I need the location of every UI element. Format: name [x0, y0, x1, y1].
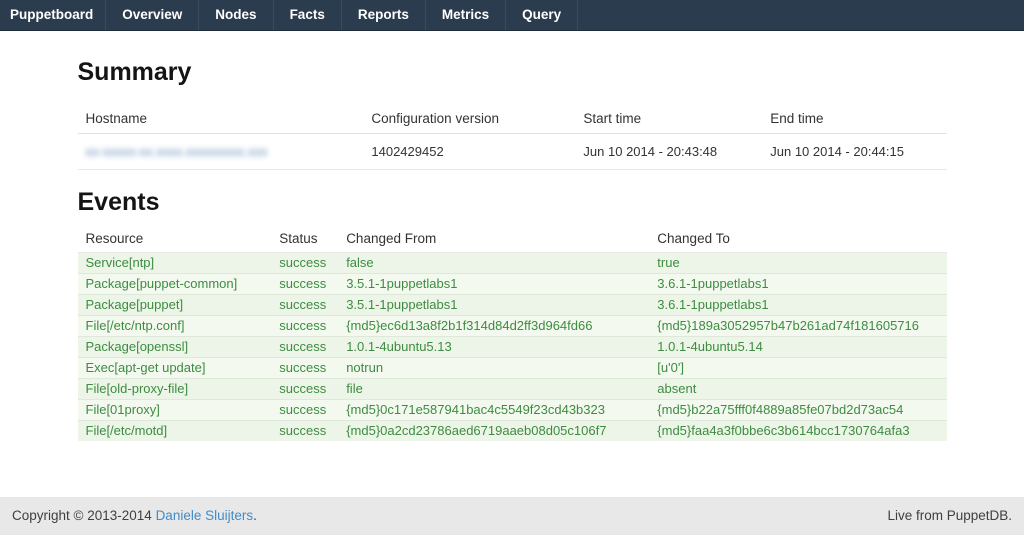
event-row: File[/etc/ntp.conf] success {md5}ec6d13a… [78, 316, 947, 337]
event-changed-to: true [649, 253, 946, 274]
event-row: File[/etc/motd] success {md5}0a2cd23786a… [78, 421, 947, 442]
event-changed-from: 3.5.1-1puppetlabs1 [338, 295, 649, 316]
event-row: Exec[apt-get update] success notrun [u'0… [78, 358, 947, 379]
event-changed-from: {md5}ec6d13a8f2b1f314d84d2ff3d964fd66 [338, 316, 649, 337]
event-changed-to: 1.0.1-4ubuntu5.14 [649, 337, 946, 358]
event-changed-to: {md5}189a3052957b47b261ad74f181605716 [649, 316, 946, 337]
event-changed-to: {md5}faa4a3f0bbe6c3b614bcc1730764afa3 [649, 421, 946, 442]
events-col-changed-from: Changed From [338, 217, 649, 253]
event-status: success [271, 316, 338, 337]
event-resource: Exec[apt-get update] [78, 358, 272, 379]
event-row: Package[puppet] success 3.5.1-1puppetlab… [78, 295, 947, 316]
event-changed-from: notrun [338, 358, 649, 379]
event-status: success [271, 253, 338, 274]
event-status: success [271, 274, 338, 295]
event-resource: Package[openssl] [78, 337, 272, 358]
nav-item-reports[interactable]: Reports [342, 0, 426, 30]
start-time-value: Jun 10 2014 - 20:43:48 [575, 134, 762, 170]
event-changed-from: {md5}0a2cd23786aed6719aaeb08d05c106f7 [338, 421, 649, 442]
summary-col-hostname: Hostname [78, 95, 364, 134]
summary-heading: Summary [78, 58, 947, 87]
end-time-value: Jun 10 2014 - 20:44:15 [762, 134, 946, 170]
event-changed-from: file [338, 379, 649, 400]
event-status: success [271, 400, 338, 421]
main-content: Summary Hostname Configuration version S… [78, 31, 947, 441]
puppetdb-status-text: Live from PuppetDB. [887, 497, 1012, 535]
events-table: Resource Status Changed From Changed To … [78, 217, 947, 441]
event-changed-to: {md5}b22a75fff0f4889a85fe07bd2d73ac54 [649, 400, 946, 421]
event-resource: File[01proxy] [78, 400, 272, 421]
event-status: success [271, 337, 338, 358]
event-resource: Package[puppet-common] [78, 274, 272, 295]
event-status: success [271, 295, 338, 316]
nav-item-nodes[interactable]: Nodes [199, 0, 273, 30]
events-heading: Events [78, 188, 947, 217]
event-resource: Service[ntp] [78, 253, 272, 274]
summary-col-end-time: End time [762, 95, 946, 134]
nav-item-overview[interactable]: Overview [106, 0, 199, 30]
events-col-resource: Resource [78, 217, 272, 253]
event-changed-to: absent [649, 379, 946, 400]
summary-col-start-time: Start time [575, 95, 762, 134]
summary-header-row: Hostname Configuration version Start tim… [78, 95, 947, 134]
event-resource: Package[puppet] [78, 295, 272, 316]
navbar-brand[interactable]: Puppetboard [0, 0, 106, 30]
top-navbar: Puppetboard Overview Nodes Facts Reports… [0, 0, 1024, 31]
event-resource: File[/etc/ntp.conf] [78, 316, 272, 337]
hostname-link-redacted[interactable]: xx-xxxxx-xx.xxxx.xxxxxxxxx.xxx [86, 144, 268, 159]
event-changed-to: 3.6.1-1puppetlabs1 [649, 295, 946, 316]
event-changed-from: false [338, 253, 649, 274]
event-changed-from: {md5}0c171e587941bac4c5549f23cd43b323 [338, 400, 649, 421]
nav-item-facts[interactable]: Facts [274, 0, 342, 30]
event-changed-to: [u'0'] [649, 358, 946, 379]
nav-item-query[interactable]: Query [506, 0, 578, 30]
event-resource: File[old-proxy-file] [78, 379, 272, 400]
event-changed-from: 1.0.1-4ubuntu5.13 [338, 337, 649, 358]
event-changed-from: 3.5.1-1puppetlabs1 [338, 274, 649, 295]
nav-item-metrics[interactable]: Metrics [426, 0, 506, 30]
events-header-row: Resource Status Changed From Changed To [78, 217, 947, 253]
summary-table: Hostname Configuration version Start tim… [78, 95, 947, 170]
author-link[interactable]: Daniele Sluijters [156, 508, 254, 523]
event-row: Service[ntp] success false true [78, 253, 947, 274]
event-row: File[01proxy] success {md5}0c171e587941b… [78, 400, 947, 421]
events-col-status: Status [271, 217, 338, 253]
events-col-changed-to: Changed To [649, 217, 946, 253]
event-row: Package[puppet-common] success 3.5.1-1pu… [78, 274, 947, 295]
summary-col-config-version: Configuration version [363, 95, 575, 134]
summary-report-row: xx-xxxxx-xx.xxxx.xxxxxxxxx.xxx 140242945… [78, 134, 947, 170]
config-version-value: 1402429452 [363, 134, 575, 170]
copyright-text: Copyright © 2013-2014 Daniele Sluijters. [12, 497, 257, 535]
event-changed-to: 3.6.1-1puppetlabs1 [649, 274, 946, 295]
event-status: success [271, 421, 338, 442]
event-status: success [271, 358, 338, 379]
copyright-period: . [253, 508, 257, 523]
event-row: Package[openssl] success 1.0.1-4ubuntu5.… [78, 337, 947, 358]
page-footer: Copyright © 2013-2014 Daniele Sluijters.… [0, 497, 1024, 535]
event-resource: File[/etc/motd] [78, 421, 272, 442]
event-row: File[old-proxy-file] success file absent [78, 379, 947, 400]
event-status: success [271, 379, 338, 400]
copyright-years: Copyright © 2013-2014 [12, 508, 152, 523]
